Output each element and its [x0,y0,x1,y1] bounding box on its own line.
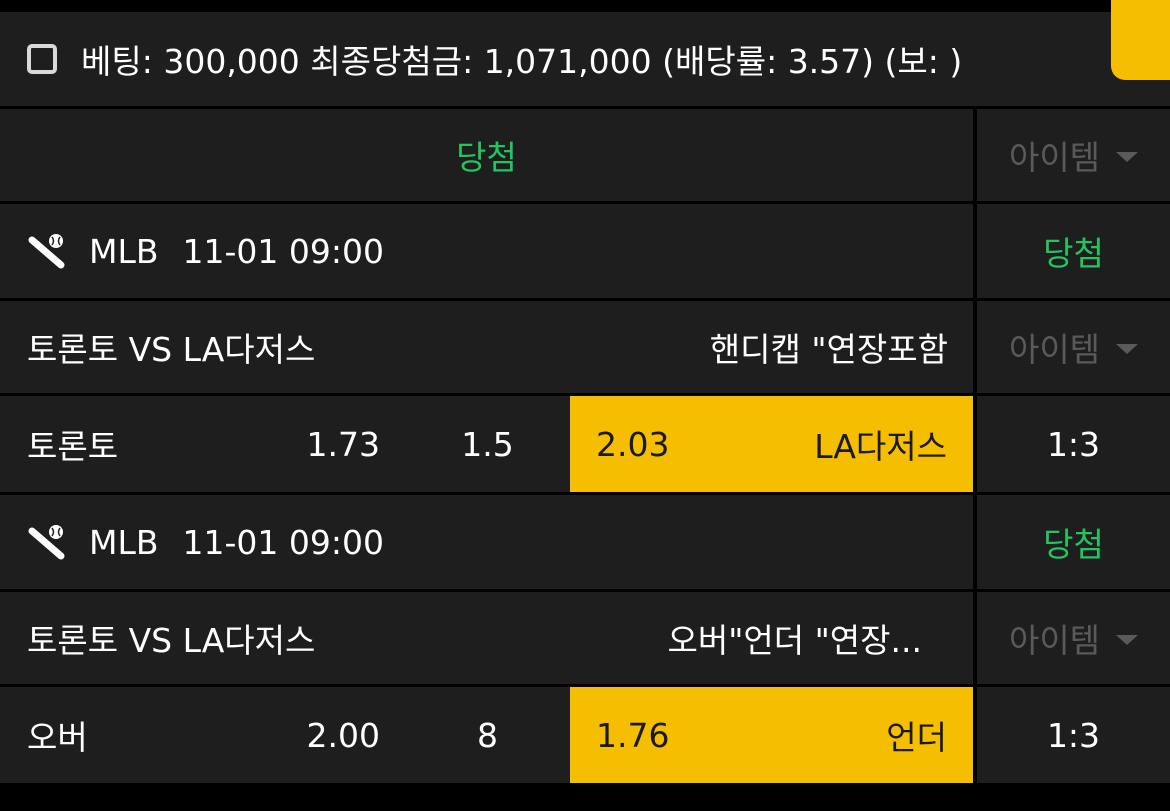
yellow-side-tab[interactable] [1111,0,1170,80]
matchup-cell: 토론토 VS LA다저스 [27,592,527,684]
matchup-row: 토론토 VS LA다저스 핸디캡 "연장포함 아이템 [0,301,1170,393]
away-option-selected[interactable]: 1.76 언더 [570,687,973,783]
score-cell: 1:3 [977,687,1170,783]
home-option[interactable]: 토론토 [27,396,257,492]
game-result-status: 당첨 [1043,234,1104,273]
home-odds: 1.73 [306,424,380,464]
bet-summary-text: 베팅: 300,000 최종당첨금: 1,071,000 (배당률: 3.57)… [81,42,963,81]
item-dropdown[interactable]: 아이템 [977,592,1170,684]
bet-type-cell: 핸디캡 "연장포함 [520,301,948,393]
away-odds: 2.03 [596,424,670,464]
away-label: 언더 [886,718,947,757]
bet-type-cell: 오버"언더 "연장... [520,592,922,684]
home-label: 오버 [27,718,88,757]
game-result-status: 당첨 [1043,525,1104,564]
home-odds-cell[interactable]: 2.00 [260,687,380,783]
game-league: MLB [89,231,159,271]
matchup-row: 토론토 VS LA다저스 오버"언더 "연장... 아이템 [0,592,1170,684]
game-result-cell: 당첨 [977,204,1170,298]
caret-down-icon [1116,151,1139,162]
game-info: MLB 11-01 09:00 [27,495,927,589]
overall-result-cell: 당첨 [0,109,973,201]
away-option-selected[interactable]: 2.03 LA다저스 [570,396,973,492]
game-result-cell: 당첨 [977,495,1170,589]
item-dropdown[interactable]: 아이템 [977,109,1170,201]
home-label: 토론토 [27,427,119,466]
baseball-icon [28,525,65,560]
home-odds-cell[interactable]: 1.73 [260,396,380,492]
matchup-teams: 토론토 VS LA다저스 [27,330,316,369]
line-cell: 1.5 [420,396,555,492]
final-score: 1:3 [1046,424,1101,464]
bet-type: 핸디캡 "연장포함 [709,330,948,369]
item-dropdown-label: 아이템 [1008,330,1101,369]
home-option[interactable]: 오버 [27,687,257,783]
item-dropdown-label: 아이템 [1008,138,1101,177]
total-line: 8 [477,715,498,755]
game-datetime: 11-01 09:00 [182,231,384,271]
bet-type: 오버"언더 "연장... [667,621,922,660]
top-edge [0,0,1170,12]
caret-down-icon [1116,634,1139,645]
odds-row: 토론토 1.73 1.5 2.03 LA다저스 1:3 [0,396,1170,492]
game-info: MLB 11-01 09:00 [27,204,927,298]
item-dropdown[interactable]: 아이템 [977,301,1170,393]
away-odds: 1.76 [596,715,670,755]
final-score: 1:3 [1046,715,1101,755]
overall-result-row: 당첨 아이템 [0,109,1170,201]
game-header-row: MLB 11-01 09:00 당첨 [0,204,1170,298]
away-label: LA다저스 [814,427,947,466]
item-dropdown-label: 아이템 [1008,621,1101,660]
home-odds: 2.00 [306,715,380,755]
bet-summary-header: 베팅: 300,000 최종당첨금: 1,071,000 (배당률: 3.57)… [0,12,1170,106]
game-league: MLB [89,522,159,562]
matchup-cell: 토론토 VS LA다저스 [27,301,527,393]
game-header-row: MLB 11-01 09:00 당첨 [0,495,1170,589]
game-datetime: 11-01 09:00 [182,522,384,562]
select-checkbox[interactable] [27,44,57,74]
handicap-line: 1.5 [461,424,514,464]
overall-result-status: 당첨 [456,138,517,177]
score-cell: 1:3 [977,396,1170,492]
caret-down-icon [1116,343,1139,354]
odds-row: 오버 2.00 8 1.76 언더 1:3 [0,687,1170,783]
line-cell: 8 [420,687,555,783]
matchup-teams: 토론토 VS LA다저스 [27,621,316,660]
baseball-icon [28,234,65,269]
